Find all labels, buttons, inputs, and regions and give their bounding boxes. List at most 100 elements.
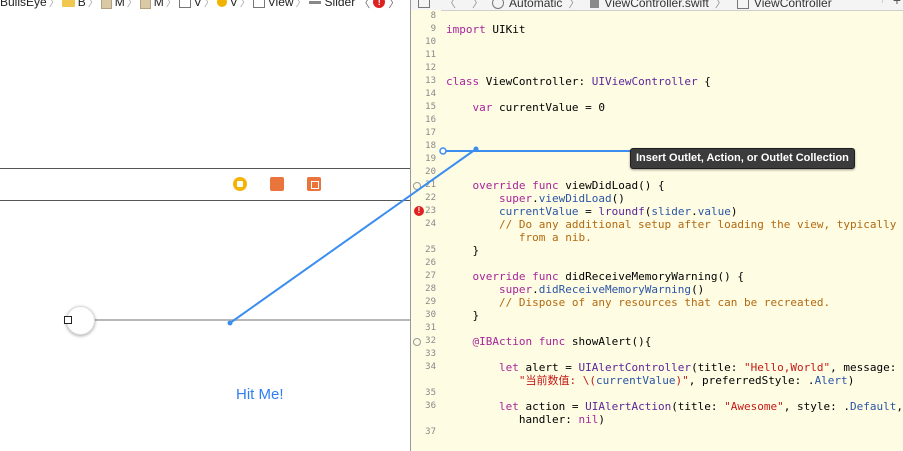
code-line[interactable]: 9 import UIKit bbox=[411, 23, 903, 36]
project-label: BullsEye bbox=[0, 0, 47, 9]
code-line[interactable]: 30 } bbox=[411, 309, 903, 322]
breadcrumb-scene[interactable]: V 〉 bbox=[178, 0, 217, 9]
chevron-left-icon[interactable]: 〈 bbox=[358, 0, 370, 9]
breadcrumb-view-controller[interactable]: V 〉 bbox=[216, 0, 253, 9]
breadcrumb-view[interactable]: View 〉 bbox=[252, 0, 309, 9]
code-line[interactable]: handler: nil) bbox=[411, 413, 903, 426]
code-line[interactable]: 28 super.didReceiveMemoryWarning() bbox=[411, 283, 903, 296]
code-token: handler: bbox=[446, 413, 579, 426]
hit-me-button[interactable]: Hit Me! bbox=[236, 386, 284, 403]
breadcrumb-slider[interactable]: Slider bbox=[308, 0, 355, 9]
code-line[interactable]: 29 // Dispose of any resources that can … bbox=[411, 296, 903, 309]
assistant-editor[interactable]: 〈 〉 Automatic 〉 ViewController.swift 〉 V… bbox=[411, 0, 903, 451]
code-token: override bbox=[472, 270, 526, 283]
code-line[interactable]: 8 bbox=[411, 10, 903, 23]
code-line[interactable]: 33 bbox=[411, 348, 903, 361]
code-token: nil bbox=[578, 413, 599, 426]
code-token: @IBAction bbox=[472, 335, 533, 348]
code-line[interactable]: from a nib. bbox=[411, 231, 903, 244]
add-editor-icon[interactable]: + bbox=[893, 0, 901, 8]
line-number: 28 bbox=[425, 284, 436, 294]
code-token: } bbox=[446, 309, 480, 322]
view-controller-icon bbox=[216, 0, 227, 7]
connection-circle-icon[interactable] bbox=[413, 338, 421, 346]
error-icon[interactable]: ! bbox=[414, 206, 424, 216]
swift-file-icon bbox=[590, 0, 600, 8]
code-line[interactable]: 25 } bbox=[411, 244, 903, 257]
code-token: "当前数值: \( bbox=[518, 374, 596, 387]
code-line[interactable]: 27 override func didReceiveMemoryWarning… bbox=[411, 270, 903, 283]
storyboard-file-icon bbox=[139, 0, 151, 9]
resize-handle[interactable] bbox=[64, 316, 72, 324]
code-line[interactable]: 34 let alert = UIAlertController(title: … bbox=[411, 361, 903, 374]
line-number: 20 bbox=[425, 167, 436, 177]
code-line[interactable]: 15 var currentValue = 0 bbox=[411, 101, 903, 114]
code-line[interactable]: 14 bbox=[411, 88, 903, 101]
breadcrumb-storyboard[interactable]: M 〉 bbox=[100, 0, 140, 9]
code-line[interactable]: 36 let action = UIAlertAction(title: "Aw… bbox=[411, 400, 903, 413]
code-line[interactable]: 23! currentValue = lroundf(slider.value) bbox=[411, 205, 903, 218]
line-number: 10 bbox=[425, 37, 436, 47]
code-token: viewDidLoad bbox=[538, 192, 612, 205]
automatic-icon bbox=[492, 0, 505, 9]
line-number: 27 bbox=[425, 271, 436, 281]
code-line[interactable]: 24 // Do any additional setup after load… bbox=[411, 218, 903, 231]
code-token: super bbox=[498, 283, 533, 296]
connection-circle-icon[interactable] bbox=[413, 182, 421, 190]
view-icon bbox=[252, 0, 265, 8]
code-text: let action = UIAlertAction(title: "Aweso… bbox=[446, 400, 903, 413]
code-line[interactable]: 31 bbox=[411, 322, 903, 335]
code-token: . bbox=[532, 192, 539, 205]
slider-track[interactable] bbox=[78, 319, 410, 321]
chevron-right-icon[interactable]: 〉 bbox=[388, 0, 400, 9]
code-token: , preferredStyle: . bbox=[688, 374, 815, 387]
code-line[interactable]: 11 bbox=[411, 49, 903, 62]
breadcrumb-project[interactable]: BullsEye 〉 bbox=[0, 0, 62, 9]
code-text: @IBAction func showAlert(){ bbox=[446, 335, 652, 348]
view-controller-icon[interactable] bbox=[233, 177, 247, 191]
storyboard-canvas[interactable]: BullsEye 〉 B 〉 M 〉 M 〉 V 〉 V 〉 View 〉 Sl… bbox=[0, 0, 410, 451]
related-items-icon[interactable] bbox=[418, 0, 430, 8]
code-token: 0 bbox=[598, 101, 605, 114]
code-line[interactable]: 22 super.viewDidLoad() bbox=[411, 192, 903, 205]
code-line[interactable]: 17 bbox=[411, 127, 903, 140]
scene-dock bbox=[0, 168, 410, 201]
code-token: "Hello,World" bbox=[744, 361, 831, 374]
code-line[interactable]: 16 bbox=[411, 114, 903, 127]
code-token: // Do any additional setup after loading… bbox=[498, 218, 897, 231]
code-line[interactable]: 32 @IBAction func showAlert(){ bbox=[411, 335, 903, 348]
code-token: , style: . bbox=[783, 400, 851, 413]
code-text: super.didReceiveMemoryWarning() bbox=[446, 283, 704, 296]
code-line[interactable]: 21 override func viewDidLoad() { bbox=[411, 179, 903, 192]
breadcrumb: BullsEye 〉 B 〉 M 〉 M 〉 V 〉 V 〉 View 〉 Sl… bbox=[0, 0, 410, 9]
code-token: Alert bbox=[814, 374, 848, 387]
line-number: 12 bbox=[425, 63, 436, 73]
code-line[interactable]: 10 bbox=[411, 36, 903, 49]
code-token: ) bbox=[847, 374, 855, 387]
code-line[interactable]: 13 class ViewController: UIViewController… bbox=[411, 75, 903, 88]
code-token: func bbox=[532, 270, 559, 283]
code-line[interactable]: 35 bbox=[411, 387, 903, 400]
code-line[interactable]: 26 bbox=[411, 257, 903, 270]
code-token: currentValue = bbox=[492, 101, 599, 114]
code-line[interactable]: "当前数值: \(currentValue)", preferredStyle:… bbox=[411, 374, 903, 387]
breadcrumb-group[interactable]: B 〉 bbox=[61, 0, 101, 9]
line-number: 19 bbox=[425, 154, 436, 164]
code-text: "当前数值: \(currentValue)", preferredStyle:… bbox=[446, 374, 854, 387]
jumpbar-symbol[interactable]: ViewController bbox=[736, 0, 832, 10]
first-responder-icon[interactable] bbox=[270, 177, 284, 191]
line-number: 29 bbox=[425, 297, 436, 307]
code-line[interactable]: 12 bbox=[411, 62, 903, 75]
error-icon[interactable]: ! bbox=[373, 0, 386, 8]
code-line[interactable]: 37 bbox=[411, 426, 903, 439]
breadcrumb-storyboard-base[interactable]: M 〉 bbox=[139, 0, 179, 9]
line-number: 15 bbox=[425, 102, 436, 112]
code-token: () bbox=[611, 192, 625, 205]
exit-icon[interactable] bbox=[307, 177, 321, 191]
code-token: slider bbox=[651, 205, 692, 218]
line-number: 16 bbox=[425, 115, 436, 125]
